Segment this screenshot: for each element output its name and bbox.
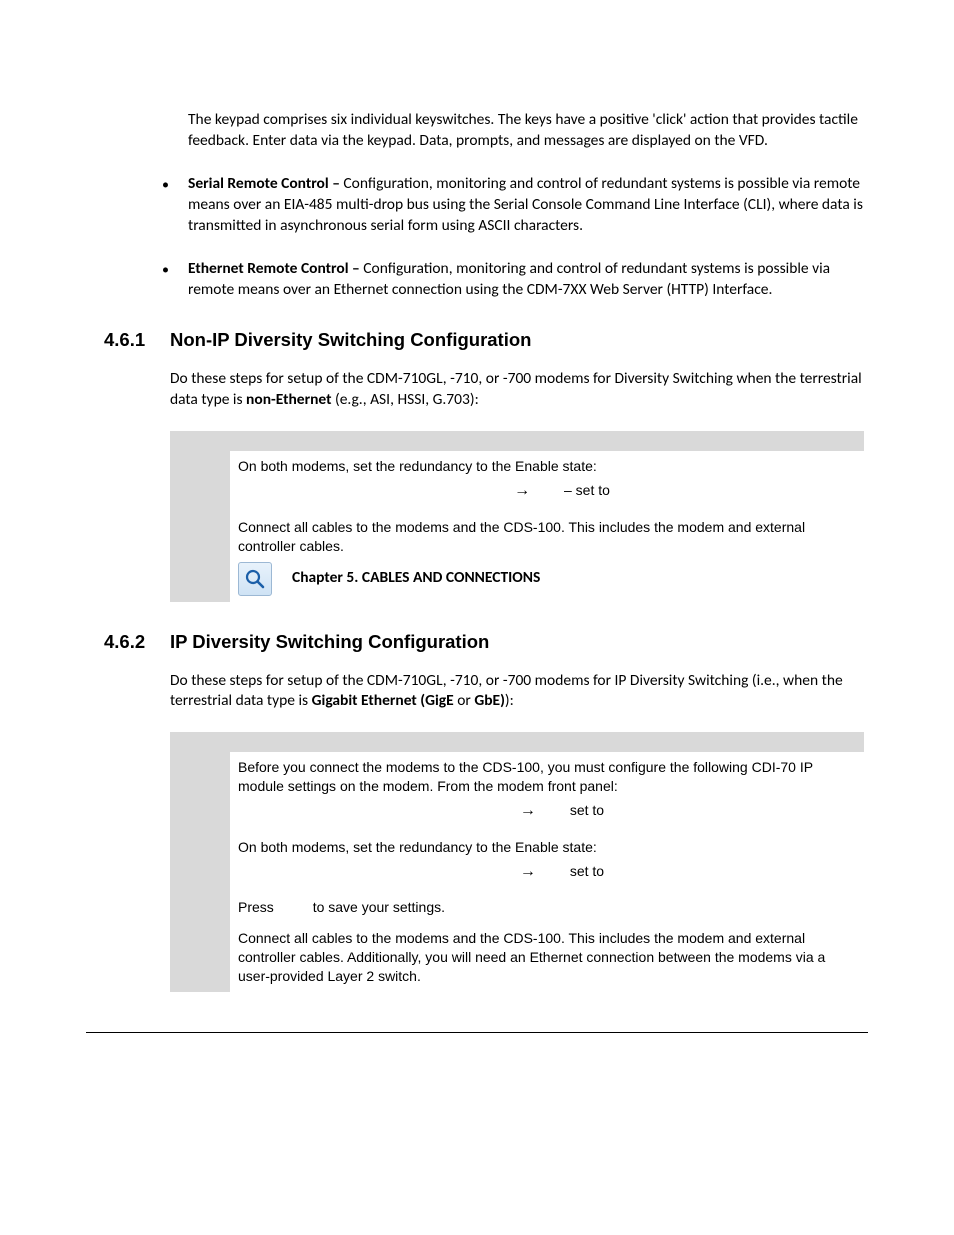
section-heading-462: 4.6.2 IP Diversity Switching Configurati… (90, 630, 864, 655)
table-header-row (170, 732, 864, 752)
arrow-right-icon: → (514, 480, 530, 502)
step-number-cell (170, 923, 230, 992)
step-text: Connect all cables to the modems and the… (238, 929, 856, 986)
steps-table-461: On both modems, set the redundancy to th… (170, 431, 864, 601)
section-461-intro: Do these steps for setup of the CDM-710G… (170, 369, 864, 411)
press-text: Press (238, 899, 278, 915)
table-row: On both modems, set the redundancy to th… (170, 832, 864, 892)
bullet-ethernet: • Ethernet Remote Control – Configuratio… (162, 259, 864, 301)
magnifier-icon (238, 562, 272, 596)
step-text: Before you connect the modems to the CDS… (238, 758, 856, 796)
table-row: Press to save your settings. (170, 892, 864, 923)
step-content-cell: Connect all cables to the modems and the… (230, 512, 864, 602)
table-header-row (170, 431, 864, 451)
table-header-cell (230, 431, 864, 451)
chapter-ref-text: Chapter 5. CABLES AND CONNECTIONS (292, 568, 540, 589)
bullet-serial: • Serial Remote Control – Configuration,… (162, 174, 864, 237)
step-content-cell: On both modems, set the redundancy to th… (230, 832, 864, 892)
section-title: Non-IP Diversity Switching Configuration (170, 328, 531, 353)
step-number-cell (170, 832, 230, 892)
step-text: Connect all cables to the modems and the… (238, 518, 856, 556)
text: (e.g., ASI, HSSI, G.703): (332, 390, 479, 409)
table-header-cell (170, 431, 230, 451)
section-number: 4.6.2 (104, 630, 170, 655)
step-text: On both modems, set the redundancy to th… (238, 457, 856, 476)
step-content-cell: Connect all cables to the modems and the… (230, 923, 864, 992)
steps-table-462: Before you connect the modems to the CDS… (170, 732, 864, 991)
set-to-text: set to (570, 862, 604, 881)
text: ): (505, 691, 514, 710)
bullet-lead: Serial Remote Control – (188, 174, 343, 193)
arrow-right-icon: → (520, 800, 536, 822)
footer-rule (86, 1032, 868, 1033)
text-bold: GbE) (474, 691, 505, 710)
section-number: 4.6.1 (104, 328, 170, 353)
save-text: to save your settings. (309, 899, 445, 915)
step-content-cell: Before you connect the modems to the CDS… (230, 752, 864, 831)
arrow-line: → set to (238, 796, 856, 826)
table-header-cell (230, 732, 864, 752)
table-row: Connect all cables to the modems and the… (170, 512, 864, 602)
step-content-cell: Press to save your settings. (230, 892, 864, 923)
section-462-intro: Do these steps for setup of the CDM-710G… (170, 671, 864, 713)
chapter-reference: Chapter 5. CABLES AND CONNECTIONS (238, 556, 856, 596)
text-bold: Gigabit Ethernet (GigE (312, 691, 454, 710)
section-heading-461: 4.6.1 Non-IP Diversity Switching Configu… (90, 328, 864, 353)
section-title: IP Diversity Switching Configuration (170, 630, 489, 655)
bullet-text: Serial Remote Control – Configuration, m… (188, 174, 864, 237)
step-number-cell (170, 451, 230, 511)
intro-paragraph: The keypad comprises six individual keys… (188, 110, 864, 152)
step-content-cell: On both modems, set the redundancy to th… (230, 451, 864, 511)
step-number-cell (170, 512, 230, 602)
set-to-text: set to (570, 801, 604, 820)
arrow-right-icon: → (520, 861, 536, 883)
bullet-text: Ethernet Remote Control – Configuration,… (188, 259, 864, 301)
arrow-line: → – set to (238, 476, 856, 506)
table-row: Connect all cables to the modems and the… (170, 923, 864, 992)
bullet-lead: Ethernet Remote Control – (188, 259, 363, 278)
arrow-line: → set to (238, 857, 856, 887)
table-header-cell (170, 732, 230, 752)
text-bold: non-Ethernet (246, 390, 331, 409)
set-to-text: – set to (564, 481, 610, 500)
table-row: On both modems, set the redundancy to th… (170, 451, 864, 511)
bullet-dot-icon: • (162, 174, 188, 237)
table-row: Before you connect the modems to the CDS… (170, 752, 864, 831)
step-text: On both modems, set the redundancy to th… (238, 838, 856, 857)
step-number-cell (170, 892, 230, 923)
bullet-dot-icon: • (162, 259, 188, 301)
text: or (454, 691, 475, 710)
step-number-cell (170, 752, 230, 831)
